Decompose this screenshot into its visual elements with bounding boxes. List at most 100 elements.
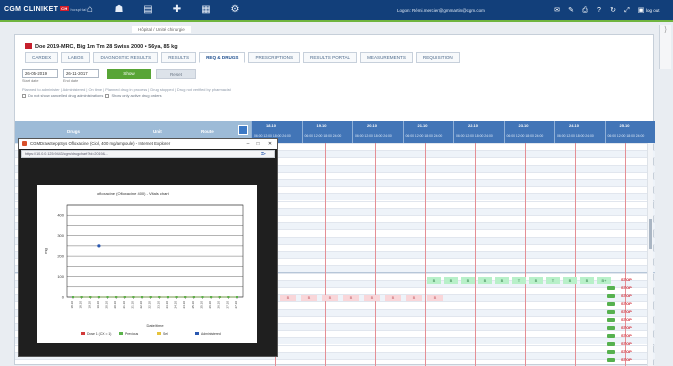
day-column-2[interactable]: 20.10 06:00 12:00 18:00 24:00 xyxy=(352,121,403,143)
stop-button[interactable]: STOP xyxy=(621,301,635,307)
side-panel-toggle[interactable]: ⟩ xyxy=(659,25,671,69)
popup-title-bar[interactable]: CGMDrawSeppSys Ofloxacine (Ciol, 400 mg/… xyxy=(19,139,277,149)
dose-cell[interactable]: B xyxy=(427,277,441,284)
mail-icon[interactable]: ✉ xyxy=(553,6,561,15)
tab-labos[interactable]: LABOS xyxy=(61,52,91,63)
refresh-icon[interactable]: ↻ xyxy=(609,6,617,15)
active-only-checkbox[interactable] xyxy=(105,94,110,98)
stop-button[interactable]: STOP xyxy=(621,309,635,315)
status-marker xyxy=(607,302,615,306)
popup-address-bar[interactable]: https://10.0.0.125:9443/cgm/drugchart?id… xyxy=(21,150,275,158)
home-icon[interactable]: ⌂ xyxy=(82,3,98,17)
stop-button[interactable]: STOP xyxy=(621,317,635,323)
day-column-1[interactable]: 19.10 06:00 12:00 18:00 24:00 xyxy=(301,121,353,143)
documents-icon[interactable]: ▤ xyxy=(140,3,156,17)
legend-swatch xyxy=(119,332,123,335)
legend-label: Dose 1 (CX = 1) xyxy=(87,332,111,336)
dose-cell[interactable]: B xyxy=(529,277,543,284)
breadcrumb[interactable]: Hôpital / Unité chirurgie xyxy=(132,26,191,33)
notes-icon[interactable]: ✎ xyxy=(567,6,575,15)
data-point xyxy=(141,296,144,298)
stop-button[interactable]: STOP xyxy=(621,357,635,363)
settings-icon[interactable]: ⚙ xyxy=(227,3,243,17)
planned-dose-cell[interactable]: B xyxy=(280,295,296,301)
planned-dose-cell[interactable]: B xyxy=(343,295,359,301)
brand-name: CGM CLINIKET xyxy=(4,6,59,13)
day-label: 19.10 xyxy=(316,123,327,128)
patient-header: Doe 2019-MRC, Big 1m Tm 28 Swiss 2000 • … xyxy=(25,43,178,50)
day-label: 22.10 xyxy=(468,123,479,128)
day-column-7[interactable]: 25.10 06:00 12:00 18:00 24:00 xyxy=(604,121,656,143)
data-point xyxy=(192,296,195,298)
stop-button[interactable]: STOP xyxy=(621,333,635,339)
day-column-5[interactable]: 23.10 06:00 12:00 18:00 24:00 xyxy=(503,121,555,143)
maximize-icon[interactable]: □ xyxy=(253,139,263,149)
dose-cell[interactable]: B xyxy=(461,277,475,284)
scrollbar-thumb[interactable] xyxy=(649,219,652,249)
planned-dose-cell[interactable]: B xyxy=(322,295,338,301)
stop-button[interactable]: STOP xyxy=(621,341,635,347)
dose-cell[interactable]: B+ xyxy=(597,277,611,284)
status-marker xyxy=(607,286,615,290)
pharmacy-icon[interactable]: ✚ xyxy=(169,3,185,17)
data-point xyxy=(210,296,213,298)
dose-cell[interactable]: B xyxy=(478,277,492,284)
planned-dose-cell[interactable]: B xyxy=(385,295,401,301)
planned-dose-cell[interactable]: B xyxy=(301,295,317,301)
data-point xyxy=(123,296,126,298)
dose-cell[interactable]: B xyxy=(495,277,509,284)
y-tick-label: 400 xyxy=(57,213,64,218)
day-column-3[interactable]: 21.10 06:00 12:00 18:00 24:00 xyxy=(402,121,454,143)
status-legend: Planned to administer | Administered | O… xyxy=(22,87,231,92)
stop-button[interactable]: STOP xyxy=(621,285,635,291)
help-icon[interactable]: ? xyxy=(595,6,603,15)
end-date-input[interactable]: 26-11-2017 xyxy=(63,69,99,78)
reports-icon[interactable]: ▦ xyxy=(198,3,214,17)
data-point xyxy=(106,296,109,298)
reset-button[interactable]: Reset xyxy=(156,69,196,79)
stop-button[interactable]: STOP xyxy=(621,325,635,331)
lock-security-icon[interactable]: ⚿▾ xyxy=(261,151,273,157)
cancelled-checkbox[interactable] xyxy=(22,94,26,98)
start-date-input[interactable]: 26-05-2019 xyxy=(22,69,58,78)
lock-icon[interactable]: ▣ xyxy=(637,6,645,15)
tab-measurements[interactable]: MEASUREMENTS xyxy=(360,52,413,63)
patients-icon[interactable]: ☗ xyxy=(111,3,127,17)
planned-dose-cell[interactable]: B xyxy=(406,295,422,301)
day-column-6[interactable]: 24.10 06:00 12:00 18:00 24:00 xyxy=(554,121,605,143)
planned-dose-cell[interactable]: B xyxy=(427,295,443,301)
stop-button[interactable]: STOP xyxy=(621,277,635,283)
dose-cell[interactable]: T xyxy=(546,277,560,284)
time-slots: 06:00 12:00 18:00 24:00 xyxy=(405,134,443,138)
stop-button[interactable]: STOP xyxy=(621,349,635,355)
tab-requisition[interactable]: REQUISITION xyxy=(415,52,460,63)
tab-req-drugs[interactable]: REQ & DRUGS xyxy=(199,52,246,63)
expand-icon[interactable]: ⤢ xyxy=(623,6,631,15)
close-icon[interactable]: ✕ xyxy=(265,139,275,149)
tab-results-portal[interactable]: RESULTS PORTAL xyxy=(303,52,358,63)
tab-results[interactable]: RESULTS xyxy=(161,52,197,63)
tab-prescriptions[interactable]: PRESCRIPTIONS xyxy=(248,52,301,63)
dose-cell[interactable]: T xyxy=(512,277,526,284)
show-button[interactable]: Show xyxy=(107,69,151,79)
x-axis-label: Date/time xyxy=(146,323,164,328)
main-nav-icons: ⌂ ☗ ▤ ✚ ▦ ⚙ xyxy=(82,3,243,17)
dose-cell[interactable]: B xyxy=(563,277,577,284)
print-icon[interactable]: ⎙ xyxy=(581,6,589,15)
column-route[interactable]: Route xyxy=(201,129,214,134)
start-date: 26-05-2019 Start date xyxy=(22,69,58,83)
calendar-icon[interactable] xyxy=(238,125,248,135)
column-drug[interactable]: Drugs xyxy=(67,129,80,134)
dose-cell[interactable]: B xyxy=(580,277,594,284)
tab-diagnostic-results[interactable]: DIAGNOSTIC RESULTS xyxy=(93,52,159,63)
logout-link[interactable]: log out xyxy=(646,8,660,13)
planned-dose-cell[interactable]: B xyxy=(364,295,380,301)
day-column-4[interactable]: 22.10 06:00 12:00 18:00 24:00 xyxy=(453,121,504,143)
column-unit[interactable]: Unit xyxy=(153,129,162,134)
dose-cell[interactable]: B xyxy=(444,277,458,284)
grid-scrollbar[interactable] xyxy=(647,143,653,366)
minimize-icon[interactable]: – xyxy=(243,139,253,149)
stop-button[interactable]: STOP xyxy=(621,293,635,299)
tab-cardex[interactable]: CARDEX xyxy=(25,52,59,63)
vitals-chart: ofloxacine (Ofloxacine 400) - Vitals cha… xyxy=(37,185,257,343)
